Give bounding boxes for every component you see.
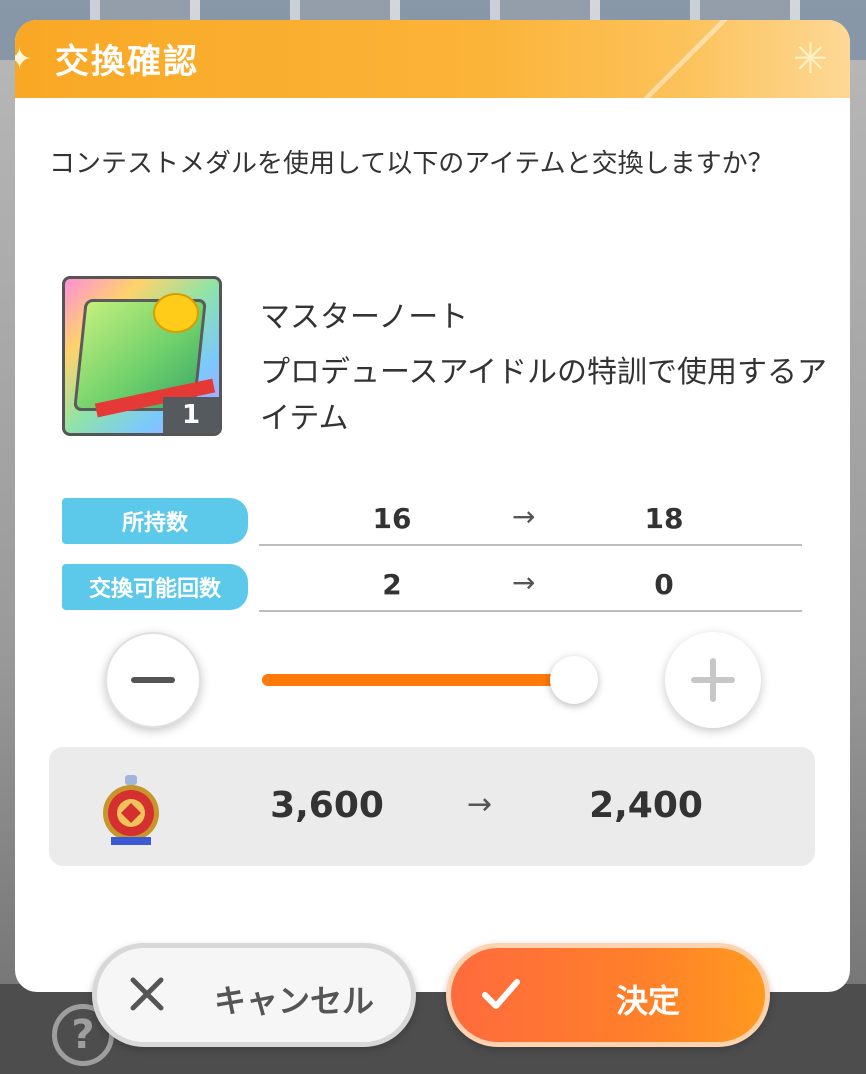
medal-count-from: 3,600 xyxy=(270,785,384,826)
arrow-right-icon: → xyxy=(512,566,536,599)
contest-medal-icon xyxy=(103,775,159,845)
owned-count-label: 所持数 xyxy=(62,498,248,544)
slider-thumb[interactable] xyxy=(550,656,598,704)
quantity-slider[interactable] xyxy=(262,674,574,686)
sparkle-icon: ✳ xyxy=(792,34,828,83)
exchangeable-count-row: 交換可能回数 2 → 0 xyxy=(62,564,802,612)
owned-count-from: 16 xyxy=(372,502,412,535)
checkmark-icon xyxy=(482,979,520,1009)
confirm-button[interactable]: 決定 xyxy=(446,943,770,1047)
minus-icon xyxy=(131,677,175,683)
exchangeable-count-from: 2 xyxy=(382,568,402,601)
dialog-header: ✦ 交換確認 ✳ xyxy=(15,20,850,98)
exchangeable-count-to: 0 xyxy=(654,568,674,601)
divider xyxy=(259,610,802,612)
exchangeable-count-label: 交換可能回数 xyxy=(62,564,248,610)
exchange-confirm-dialog: ✦ 交換確認 ✳ コンテストメダルを使用して以下のアイテムと交換しますか？ 1 … xyxy=(15,20,850,992)
medal-count-to: 2,400 xyxy=(589,785,703,826)
cancel-button-label: キャンセル xyxy=(213,982,374,1020)
close-icon xyxy=(130,977,164,1011)
sparkle-icon: ✦ xyxy=(15,42,33,77)
decrease-button[interactable] xyxy=(105,632,201,728)
confirm-message: コンテストメダルを使用して以下のアイテムと交換しますか？ xyxy=(49,149,774,179)
item-description: プロデュースアイドルの特訓で使用するアイテム xyxy=(260,355,827,436)
gift-bow-icon xyxy=(153,293,199,333)
master-note-icon: 1 xyxy=(62,276,222,436)
item-quantity-badge: 1 xyxy=(163,397,219,433)
owned-count-row: 所持数 16 → 18 xyxy=(62,498,802,546)
increase-button[interactable] xyxy=(665,632,761,728)
arrow-right-icon: → xyxy=(512,500,536,533)
plus-icon xyxy=(691,658,735,702)
dialog-title: 交換確認 xyxy=(55,42,199,82)
cancel-button[interactable]: キャンセル xyxy=(92,943,416,1047)
medal-cost-panel: 3,600 → 2,400 xyxy=(49,747,815,866)
owned-count-to: 18 xyxy=(644,502,684,535)
slider-fill xyxy=(262,674,574,686)
divider xyxy=(259,544,802,546)
item-name: マスターノート xyxy=(260,300,469,335)
confirm-button-label: 決定 xyxy=(615,982,680,1020)
arrow-right-icon: → xyxy=(467,787,493,822)
